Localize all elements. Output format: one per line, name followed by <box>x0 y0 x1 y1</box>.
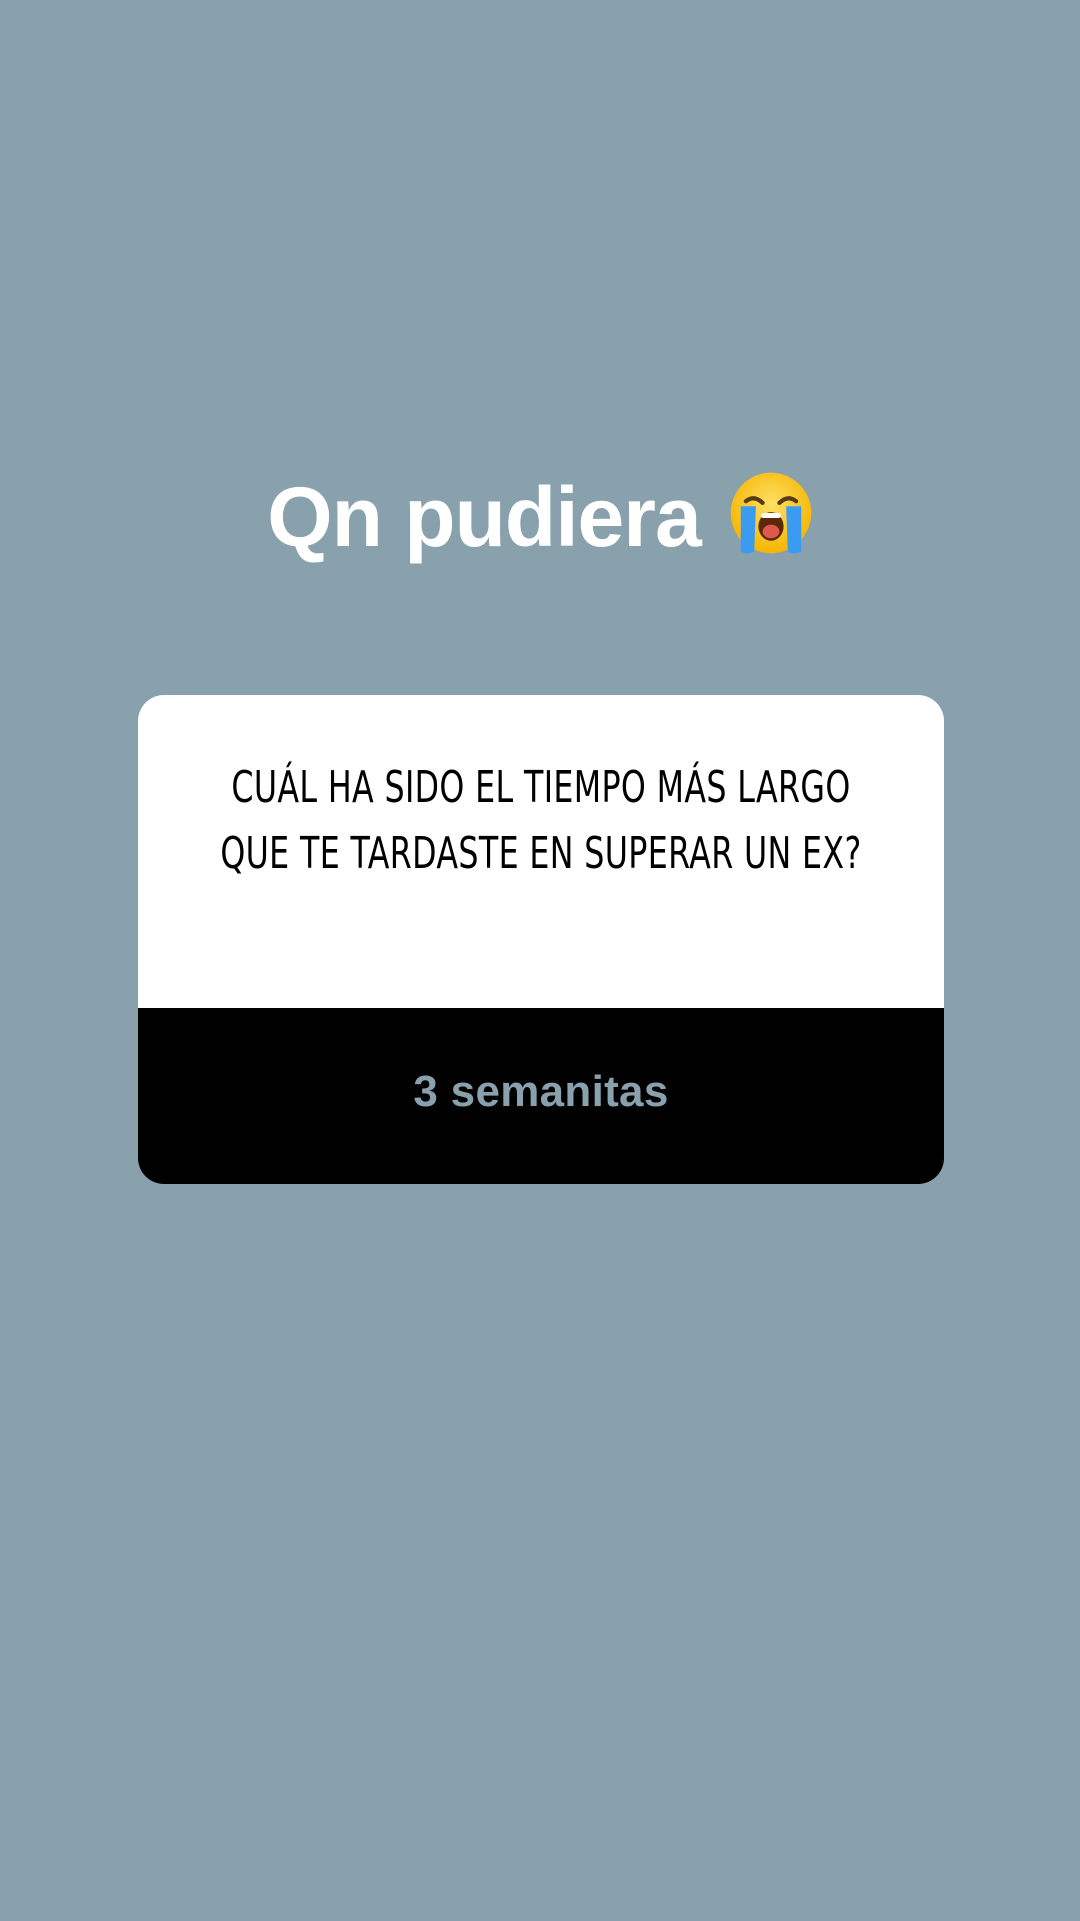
story-canvas: Qn pudiera CUÁL HA SIDO EL TIEMPO MÁS LA… <box>0 0 1080 1921</box>
question-sticker-card[interactable]: CUÁL HA SIDO EL TIEMPO MÁS LARGO QUE TE … <box>138 695 944 1184</box>
answer-panel: 3 semanitas <box>138 1008 944 1184</box>
question-panel: CUÁL HA SIDO EL TIEMPO MÁS LARGO QUE TE … <box>138 695 944 1008</box>
question-text: CUÁL HA SIDO EL TIEMPO MÁS LARGO QUE TE … <box>220 762 862 879</box>
caption-text: Qn pudiera <box>267 469 701 564</box>
story-caption: Qn pudiera <box>0 455 1080 572</box>
answer-text: 3 semanitas <box>413 1067 669 1116</box>
loudly-crying-face-icon <box>729 471 813 555</box>
